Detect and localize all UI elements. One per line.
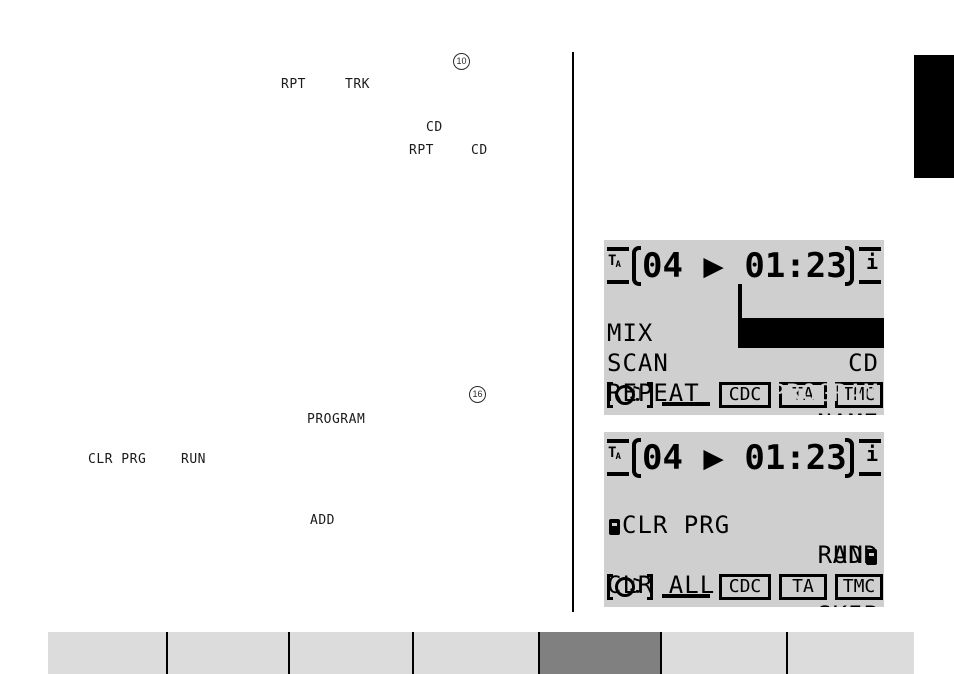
footer-tab-5[interactable]	[540, 632, 662, 674]
lcd-menu-row-repeat[interactable]: REPEAT NAME	[604, 348, 884, 415]
menu-item-program[interactable]: PROGRAM	[771, 378, 879, 408]
footer-tab-7[interactable]	[788, 632, 914, 674]
annotation-add: ADD	[310, 513, 335, 528]
status-badge-tmc: TMC	[835, 574, 883, 600]
bracket-left-icon	[632, 438, 641, 478]
ta-rule-bottom	[607, 280, 629, 284]
status-underline	[662, 594, 710, 598]
bracket-left-icon	[632, 246, 641, 286]
annotation-cd-lower: CD	[471, 143, 488, 158]
footer-tab-3[interactable]	[290, 632, 414, 674]
status-badge-ta: TA	[779, 574, 827, 600]
page-column-divider	[572, 52, 574, 612]
footer-tab-2[interactable]	[168, 632, 290, 674]
callout-number-16: 16	[469, 386, 486, 403]
lcd-program-row-clrprg[interactable]: CLR PRG ADD	[604, 480, 884, 569]
ta-rule-top	[607, 439, 629, 443]
ta-indicator: TA	[608, 445, 621, 462]
lcd-menu-row-mix[interactable]: MIX CD	[604, 288, 884, 377]
disc-note-icon: ♫	[607, 382, 653, 408]
info-rule-bottom	[859, 280, 881, 284]
chapter-index-tab	[914, 55, 954, 178]
footer-tab-4[interactable]	[414, 632, 540, 674]
lcd-status-strip: ♫ CDC TA TMC	[604, 572, 884, 602]
annotation-cd-upper: CD	[426, 120, 443, 135]
lcd-display-program: TA 04 ▶ 01:23 i CLR PRG ADD RUN CLR ALL …	[604, 432, 884, 607]
main-readout: 04 ▶ 01:23	[632, 244, 854, 288]
annotation-program: PROGRAM	[307, 412, 366, 427]
annotation-rpt-lower: RPT	[409, 143, 434, 158]
ta-rule-bottom	[607, 472, 629, 476]
lcd-menu-row-scan[interactable]: SCAN PROGRAM	[604, 318, 884, 407]
info-rule-bottom	[859, 472, 881, 476]
lcd-program-row-run[interactable]: RUN	[604, 510, 884, 569]
status-badge-cdc: CDC	[719, 382, 771, 408]
lcd-header: TA 04 ▶ 01:23 i	[604, 436, 884, 478]
footer-tab-1[interactable]	[48, 632, 168, 674]
info-indicator: i	[865, 442, 878, 466]
ta-indicator: TA	[608, 253, 621, 270]
annotation-run: RUN	[181, 452, 206, 467]
page-footer-tab-bar	[48, 632, 914, 674]
lcd-display-menu: TA 04 ▶ 01:23 i MIX CD SCAN PROGRAM REPE…	[604, 240, 884, 415]
status-underline	[662, 402, 710, 406]
footer-tab-6[interactable]	[662, 632, 788, 674]
lcd-header: TA 04 ▶ 01:23 i	[604, 244, 884, 286]
info-indicator: i	[865, 250, 878, 274]
callout-number-10: 10	[453, 53, 470, 70]
track-time-readout: 04 ▶ 01:23	[642, 246, 847, 286]
main-readout: 04 ▶ 01:23	[632, 436, 854, 480]
annotation-clr-prg: CLR PRG	[88, 452, 147, 467]
disc-note-icon: ♫	[607, 574, 653, 600]
annotation-trk: TRK	[345, 77, 370, 92]
ta-rule-top	[607, 247, 629, 251]
status-badge-cdc: CDC	[719, 574, 771, 600]
lcd-program-row-clrall[interactable]: CLR ALL SKIP	[604, 540, 884, 607]
track-time-readout: 04 ▶ 01:23	[642, 438, 847, 478]
annotation-rpt-left: RPT	[281, 77, 306, 92]
